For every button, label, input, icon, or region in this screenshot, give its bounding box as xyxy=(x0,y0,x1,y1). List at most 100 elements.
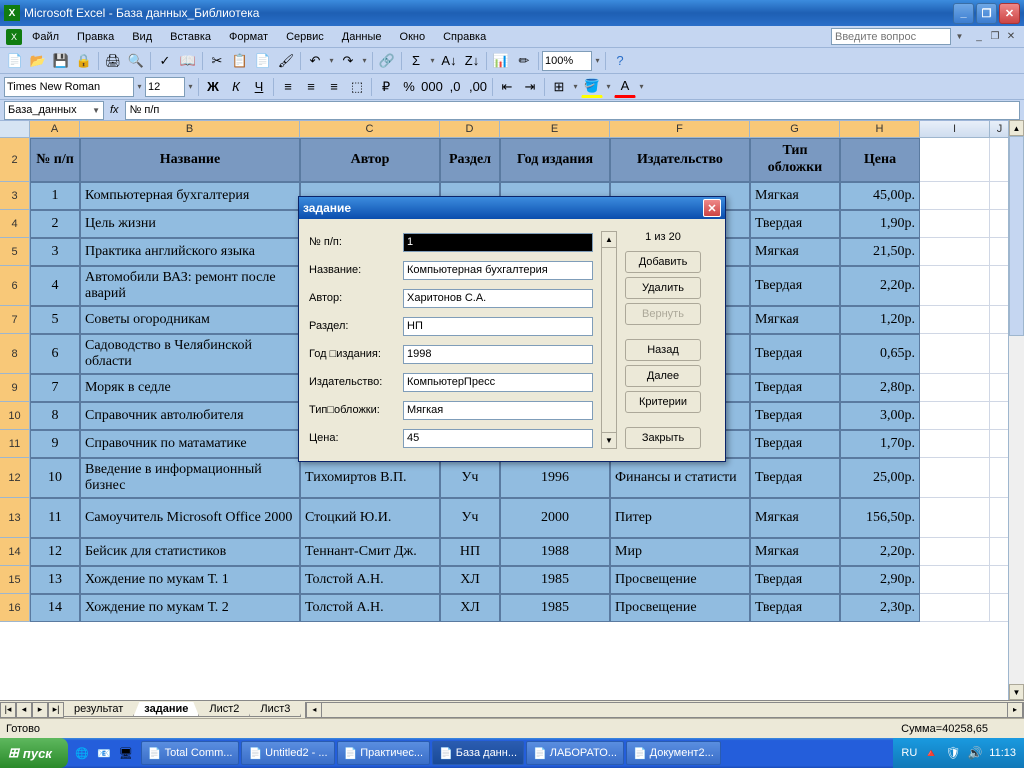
data-cell[interactable]: Мягкая xyxy=(750,238,840,266)
mdi-close[interactable]: ✕ xyxy=(1004,30,1018,44)
taskbar-task[interactable]: 📄Практичес... xyxy=(337,741,430,765)
delete-button[interactable]: Удалить xyxy=(625,277,701,299)
data-cell[interactable]: 1988 xyxy=(500,538,610,566)
header-cell[interactable]: Цена xyxy=(840,138,920,182)
tab-last-icon[interactable]: ▸| xyxy=(48,702,64,718)
row-header[interactable]: 11 xyxy=(0,430,30,458)
data-cell[interactable]: Толстой А.Н. xyxy=(300,594,440,622)
row-header[interactable]: 16 xyxy=(0,594,30,622)
data-cell[interactable]: Советы огородникам xyxy=(80,306,300,334)
clock[interactable]: 11:13 xyxy=(989,747,1016,759)
row-header[interactable]: 4 xyxy=(0,210,30,238)
inc-decimal-icon[interactable]: ,0 xyxy=(444,76,466,98)
lang-indicator[interactable]: RU xyxy=(901,747,917,759)
fillcolor-icon[interactable]: 🪣 xyxy=(581,76,603,98)
data-cell[interactable]: 7 xyxy=(30,374,80,402)
data-cell[interactable]: 2,80р. xyxy=(840,374,920,402)
taskbar-task[interactable]: 📄Total Comm... xyxy=(141,741,240,765)
zoom-combo[interactable] xyxy=(542,51,592,71)
fx-icon[interactable]: fx xyxy=(110,104,119,116)
data-cell[interactable]: 2000 xyxy=(500,498,610,538)
field-input[interactable] xyxy=(403,373,593,392)
font-combo[interactable] xyxy=(4,77,134,97)
data-cell[interactable]: 2,30р. xyxy=(840,594,920,622)
header-cell[interactable]: № п/п xyxy=(30,138,80,182)
data-cell[interactable]: Тихомиртов В.П. xyxy=(300,458,440,498)
data-cell[interactable]: Твердая xyxy=(750,594,840,622)
data-cell[interactable]: Самоучитель Microsoft Office 2000 xyxy=(80,498,300,538)
scroll-up-icon[interactable]: ▲ xyxy=(602,232,616,248)
percent-icon[interactable]: % xyxy=(398,76,420,98)
row-header[interactable]: 9 xyxy=(0,374,30,402)
bold-icon[interactable]: Ж xyxy=(202,76,224,98)
dialog-scrollbar[interactable]: ▲ ▼ xyxy=(601,231,617,449)
vertical-scrollbar[interactable]: ▲ ▼ xyxy=(1008,120,1024,700)
column-header[interactable]: E xyxy=(500,121,610,137)
sheet-tab[interactable]: Лист2 xyxy=(198,702,250,717)
select-all[interactable] xyxy=(0,121,30,137)
scroll-down-icon[interactable]: ▼ xyxy=(602,432,616,448)
field-input[interactable] xyxy=(403,261,593,280)
menu-edit[interactable]: Правка xyxy=(69,29,122,45)
column-header[interactable]: A xyxy=(30,121,80,137)
column-header[interactable]: D xyxy=(440,121,500,137)
row-header[interactable]: 2 xyxy=(0,138,30,182)
data-cell[interactable]: Твердая xyxy=(750,334,840,374)
hyperlink-icon[interactable]: 🔗 xyxy=(376,50,398,72)
taskbar-task[interactable]: 📄Документ2... xyxy=(626,741,721,765)
row-header[interactable]: 3 xyxy=(0,182,30,210)
data-cell[interactable]: 1,70р. xyxy=(840,430,920,458)
data-cell[interactable]: Введение в информационный бизнес xyxy=(80,458,300,498)
data-cell[interactable]: Твердая xyxy=(750,374,840,402)
data-cell[interactable]: 2,90р. xyxy=(840,566,920,594)
border-drop[interactable]: ▾ xyxy=(571,82,580,91)
fontsize-combo[interactable] xyxy=(145,77,185,97)
research-icon[interactable]: 📖 xyxy=(177,50,199,72)
data-cell[interactable]: Справочник по матаматике xyxy=(80,430,300,458)
row-header[interactable]: 8 xyxy=(0,334,30,374)
data-cell[interactable]: Теннант-Смит Дж. xyxy=(300,538,440,566)
header-cell[interactable]: Год издания xyxy=(500,138,610,182)
data-cell[interactable]: Хождение по мукам Т. 1 xyxy=(80,566,300,594)
data-cell[interactable]: 1985 xyxy=(500,594,610,622)
print-icon[interactable]: 🖨 xyxy=(102,50,124,72)
data-cell[interactable]: 6 xyxy=(30,334,80,374)
field-input[interactable] xyxy=(403,345,593,364)
field-input[interactable] xyxy=(403,317,593,336)
data-cell[interactable]: 14 xyxy=(30,594,80,622)
row-header[interactable]: 5 xyxy=(0,238,30,266)
horizontal-scrollbar[interactable]: ◂ ▸ xyxy=(305,702,1024,718)
data-cell[interactable]: ХЛ xyxy=(440,566,500,594)
fill-drop[interactable]: ▾ xyxy=(604,82,613,91)
taskbar-task[interactable]: 📄Untitled2 - ... xyxy=(241,741,334,765)
fontcolor-icon[interactable]: A xyxy=(614,76,636,98)
data-cell[interactable]: Твердая xyxy=(750,402,840,430)
sort-asc-icon[interactable]: A↓ xyxy=(438,50,460,72)
data-cell[interactable]: 10 xyxy=(30,458,80,498)
menu-format[interactable]: Формат xyxy=(221,29,276,45)
name-box[interactable]: База_данных▼ xyxy=(4,101,104,120)
data-cell[interactable]: Бейсик для статистиков xyxy=(80,538,300,566)
underline-icon[interactable]: Ч xyxy=(248,76,270,98)
inc-indent-icon[interactable]: ⇥ xyxy=(519,76,541,98)
sum-drop[interactable]: ▾ xyxy=(428,56,437,65)
dec-indent-icon[interactable]: ⇤ xyxy=(496,76,518,98)
field-input[interactable] xyxy=(403,289,593,308)
dec-decimal-icon[interactable]: ,00 xyxy=(467,76,489,98)
redo-drop[interactable]: ▾ xyxy=(360,56,369,65)
taskbar-task[interactable]: 📄ЛАБОРАТО... xyxy=(526,741,624,765)
align-center-icon[interactable]: ≡ xyxy=(300,76,322,98)
preview-icon[interactable]: 🔍 xyxy=(125,50,147,72)
tray-icon[interactable]: 🔺 xyxy=(923,745,939,761)
data-cell[interactable]: Уч xyxy=(440,458,500,498)
paste-icon[interactable]: 📄 xyxy=(252,50,274,72)
column-header[interactable]: I xyxy=(920,121,990,137)
data-cell[interactable]: Мир xyxy=(610,538,750,566)
quicklaunch-icon[interactable]: 🖥 xyxy=(116,742,136,764)
tab-prev-icon[interactable]: ◂ xyxy=(16,702,32,718)
cut-icon[interactable]: ✂ xyxy=(206,50,228,72)
data-cell[interactable]: 2,20р. xyxy=(840,538,920,566)
data-cell[interactable]: 0,65р. xyxy=(840,334,920,374)
align-right-icon[interactable]: ≡ xyxy=(323,76,345,98)
sheet-tab[interactable]: результат xyxy=(63,702,134,717)
